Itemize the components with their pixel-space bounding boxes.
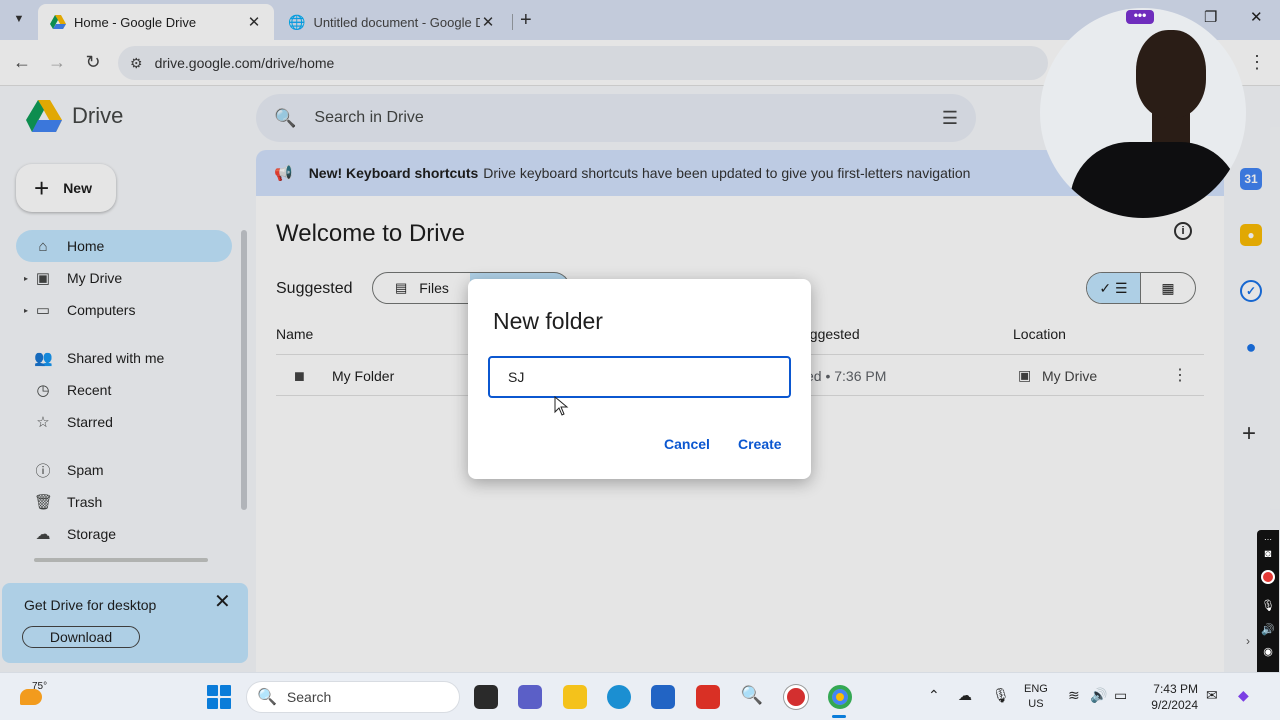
- webcam-person-head: [1136, 30, 1206, 118]
- record-icon[interactable]: [1261, 570, 1275, 584]
- cancel-button[interactable]: Cancel: [664, 436, 710, 452]
- onedrive-icon[interactable]: ☁: [958, 687, 972, 704]
- system-clock[interactable]: 7:43 PM 9/2/2024: [1148, 681, 1198, 713]
- magnifier-app-icon[interactable]: 🔍: [740, 685, 764, 709]
- active-app-indicator: [832, 715, 846, 718]
- show-hidden-icons-icon[interactable]: ⌃: [928, 687, 940, 704]
- store-icon[interactable]: [651, 685, 675, 709]
- volume-icon[interactable]: 🔊: [1090, 687, 1107, 704]
- overlay-menu-icon[interactable]: •••: [1126, 9, 1154, 24]
- language-indicator[interactable]: ENG US: [1024, 682, 1048, 712]
- notifications-icon[interactable]: ✉: [1206, 687, 1218, 704]
- clock-time: 7:43 PM: [1153, 682, 1198, 696]
- create-button[interactable]: Create: [738, 436, 782, 452]
- gift-icon[interactable]: [696, 685, 720, 709]
- webcam-person-body: [1070, 142, 1240, 218]
- folder-name-input[interactable]: [488, 356, 791, 398]
- edge-icon[interactable]: [607, 685, 631, 709]
- battery-icon[interactable]: ▭: [1114, 687, 1127, 704]
- speaker-icon[interactable]: 🔊: [1260, 622, 1276, 638]
- wifi-icon[interactable]: ≋: [1068, 687, 1080, 704]
- taskbar-search-label: Search: [286, 689, 332, 705]
- teams-icon[interactable]: [518, 685, 542, 709]
- clock-date: 9/2/2024: [1151, 698, 1198, 712]
- mouse-cursor-icon: [554, 396, 569, 416]
- language-code: ENG: [1024, 683, 1048, 695]
- windows-start-icon[interactable]: [207, 685, 231, 709]
- camera-icon[interactable]: ◙: [1260, 546, 1276, 562]
- windows-taskbar: 75° 🔍 Search 🔍 ⌃ ☁ 🎙 ENG US ≋ 🔊 ▭ 7:43 P…: [0, 672, 1280, 720]
- microphone-icon[interactable]: 🎙: [1260, 598, 1276, 614]
- webcam-icon[interactable]: ◉: [1260, 644, 1276, 660]
- dialog-title: New folder: [493, 308, 603, 334]
- copilot-icon[interactable]: ◆: [1238, 687, 1249, 704]
- webcam-overlay: [1040, 8, 1246, 218]
- weather-temperature: 75°: [32, 681, 48, 692]
- file-explorer-icon[interactable]: [563, 685, 587, 709]
- task-view-icon[interactable]: [474, 685, 498, 709]
- keyboard-layout: US: [1028, 698, 1044, 710]
- chrome-icon[interactable]: [828, 685, 852, 709]
- new-folder-dialog: New folder Cancel Create: [468, 279, 811, 479]
- taskbar-search[interactable]: 🔍 Search: [246, 681, 460, 713]
- recorder-app-icon[interactable]: [784, 685, 808, 709]
- search-icon: 🔍: [257, 689, 277, 706]
- microphone-tray-icon[interactable]: 🎙: [992, 687, 1010, 704]
